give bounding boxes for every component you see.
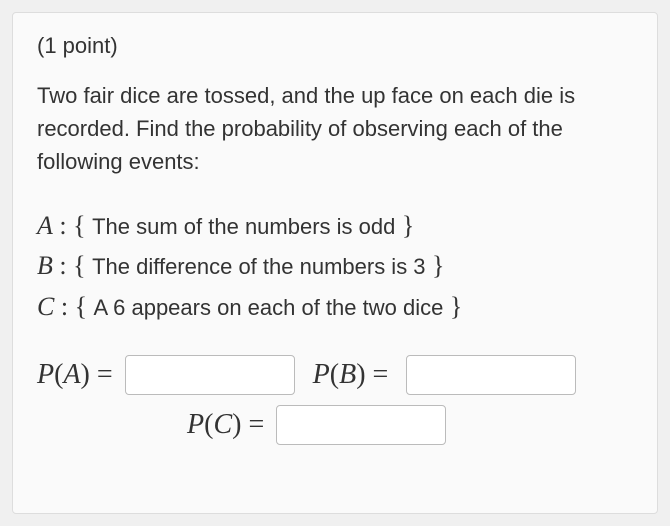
points-label: (1 point)	[37, 33, 633, 59]
p-c-p: P	[187, 409, 204, 440]
event-b-sep: : {	[53, 251, 92, 280]
answer-a-input[interactable]	[125, 355, 295, 395]
event-b-desc: The difference of the numbers is 3	[92, 254, 425, 279]
p-a-close: )	[81, 359, 90, 390]
event-a: A : { The sum of the numbers is odd }	[37, 206, 633, 246]
answer-b-input[interactable]	[406, 355, 576, 395]
events-list: A : { The sum of the numbers is odd } B …	[37, 206, 633, 327]
answer-c-label: P(C) =	[187, 409, 264, 441]
event-a-desc: The sum of the numbers is odd	[92, 214, 395, 239]
p-c-var: C	[213, 409, 232, 440]
event-b: B : { The difference of the numbers is 3…	[37, 246, 633, 286]
event-c-desc: A 6 appears on each of the two dice	[94, 295, 444, 320]
p-c-eq: =	[241, 409, 264, 440]
event-c-var: C	[37, 292, 54, 321]
event-c-sep: : {	[54, 292, 93, 321]
p-b-open: (	[330, 359, 339, 390]
event-c-close: }	[443, 292, 462, 321]
answer-b-input-group	[406, 355, 576, 395]
event-a-close: }	[395, 211, 414, 240]
answer-b-label: P(B) =	[313, 359, 389, 391]
p-a-p: P	[37, 359, 54, 390]
event-a-sep: : {	[53, 211, 92, 240]
p-a-eq: =	[90, 359, 113, 390]
event-b-var: B	[37, 251, 53, 280]
problem-card: (1 point) Two fair dice are tossed, and …	[12, 12, 658, 514]
answer-b-group: P(B) =	[313, 359, 389, 391]
p-b-var: B	[339, 359, 356, 390]
p-a-var: A	[63, 359, 80, 390]
answers-area: P(A) = P(B) = P(C) =	[37, 355, 633, 445]
problem-prompt: Two fair dice are tossed, and the up fac…	[37, 79, 633, 178]
answer-c-input[interactable]	[276, 405, 446, 445]
event-a-var: A	[37, 211, 53, 240]
answer-a-label: P(A) =	[37, 359, 113, 391]
answer-a-group: P(A) =	[37, 355, 295, 395]
answer-c-group: P(C) =	[187, 405, 446, 445]
p-b-close: )	[356, 359, 365, 390]
p-b-eq: =	[366, 359, 389, 390]
event-c: C : { A 6 appears on each of the two dic…	[37, 287, 633, 327]
p-b-p: P	[313, 359, 330, 390]
event-b-close: }	[426, 251, 445, 280]
